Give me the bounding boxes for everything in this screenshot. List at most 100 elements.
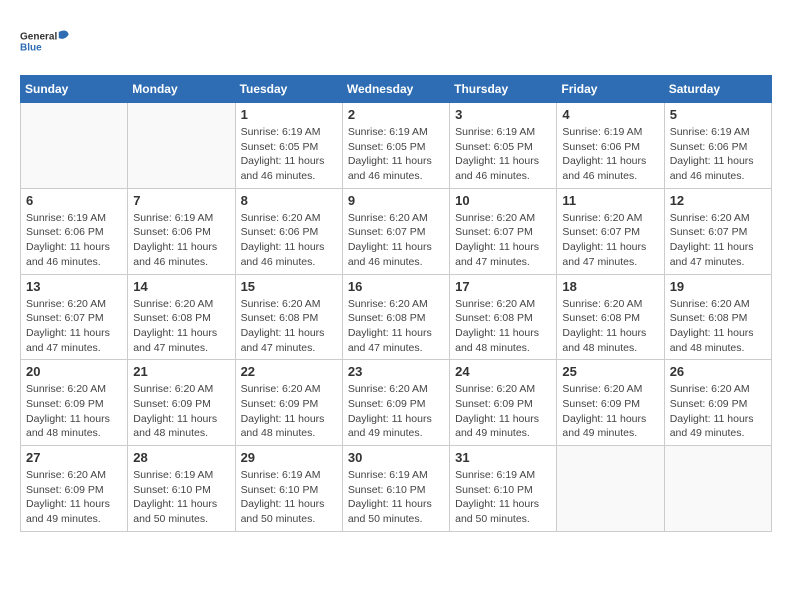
day-info: Sunrise: 6:20 AMSunset: 6:09 PMDaylight:… xyxy=(26,468,122,527)
day-number: 31 xyxy=(455,450,551,465)
calendar-cell: 28 Sunrise: 6:19 AMSunset: 6:10 PMDayligh… xyxy=(128,446,235,532)
day-number: 1 xyxy=(241,107,337,122)
calendar-cell: 12Sunrise: 6:20 AMSunset: 6:07 PMDayligh… xyxy=(664,188,771,274)
day-number: 19 xyxy=(670,279,766,294)
calendar-cell: 30Sunrise: 6:19 AMSunset: 6:10 PMDayligh… xyxy=(342,446,449,532)
calendar-cell: 20 Sunrise: 6:20 AMSunset: 6:09 PMDayligh… xyxy=(21,360,128,446)
day-info: Sunrise: 6:20 AMSunset: 6:09 PMDaylight:… xyxy=(562,382,658,441)
day-info: Sunrise: 6:20 AMSunset: 6:08 PMDaylight:… xyxy=(133,297,229,356)
calendar-cell xyxy=(664,446,771,532)
logo-svg: General Blue xyxy=(20,20,70,65)
day-info: Sunrise: 6:19 AMSunset: 6:06 PMDaylight:… xyxy=(670,125,766,184)
day-info: Sunrise: 6:19 AMSunset: 6:10 PMDaylight:… xyxy=(133,468,229,527)
day-number: 8 xyxy=(241,193,337,208)
calendar-cell: 24 Sunrise: 6:20 AMSunset: 6:09 PMDayligh… xyxy=(450,360,557,446)
day-info: Sunrise: 6:19 AMSunset: 6:10 PMDaylight:… xyxy=(348,468,444,527)
calendar-week-row: 20 Sunrise: 6:20 AMSunset: 6:09 PMDayligh… xyxy=(21,360,772,446)
weekday-header: Thursday xyxy=(450,76,557,103)
calendar-cell: 19Sunrise: 6:20 AMSunset: 6:08 PMDayligh… xyxy=(664,274,771,360)
day-number: 7 xyxy=(133,193,229,208)
day-info: Sunrise: 6:20 AMSunset: 6:07 PMDaylight:… xyxy=(348,211,444,270)
calendar-week-row: 27Sunrise: 6:20 AMSunset: 6:09 PMDayligh… xyxy=(21,446,772,532)
calendar-cell: 10Sunrise: 6:20 AMSunset: 6:07 PMDayligh… xyxy=(450,188,557,274)
day-number: 21 xyxy=(133,364,229,379)
day-info: Sunrise: 6:20 AMSunset: 6:07 PMDaylight:… xyxy=(26,297,122,356)
calendar-cell: 21 Sunrise: 6:20 AMSunset: 6:09 PMDayligh… xyxy=(128,360,235,446)
day-number: 3 xyxy=(455,107,551,122)
day-number: 20 xyxy=(26,364,122,379)
day-info: Sunrise: 6:20 AMSunset: 6:06 PMDaylight:… xyxy=(241,211,337,270)
day-number: 17 xyxy=(455,279,551,294)
calendar-week-row: 13 Sunrise: 6:20 AMSunset: 6:07 PMDayligh… xyxy=(21,274,772,360)
calendar-cell: 23 Sunrise: 6:20 AMSunset: 6:09 PMDayligh… xyxy=(342,360,449,446)
day-number: 25 xyxy=(562,364,658,379)
day-info: Sunrise: 6:20 AMSunset: 6:08 PMDaylight:… xyxy=(455,297,551,356)
day-number: 29 xyxy=(241,450,337,465)
calendar-week-row: 1 Sunrise: 6:19 AMSunset: 6:05 PMDaylight… xyxy=(21,103,772,189)
calendar-cell: 13 Sunrise: 6:20 AMSunset: 6:07 PMDayligh… xyxy=(21,274,128,360)
day-number: 10 xyxy=(455,193,551,208)
day-number: 6 xyxy=(26,193,122,208)
calendar-cell: 1 Sunrise: 6:19 AMSunset: 6:05 PMDaylight… xyxy=(235,103,342,189)
day-info: Sunrise: 6:19 AMSunset: 6:05 PMDaylight:… xyxy=(241,125,337,184)
weekday-header: Friday xyxy=(557,76,664,103)
calendar-cell: 18 Sunrise: 6:20 AMSunset: 6:08 PMDayligh… xyxy=(557,274,664,360)
svg-text:Blue: Blue xyxy=(20,43,42,54)
calendar-cell: 27Sunrise: 6:20 AMSunset: 6:09 PMDayligh… xyxy=(21,446,128,532)
calendar-cell: 26 Sunrise: 6:20 AMSunset: 6:09 PMDayligh… xyxy=(664,360,771,446)
header: General Blue xyxy=(20,20,772,65)
calendar-cell xyxy=(557,446,664,532)
day-number: 22 xyxy=(241,364,337,379)
day-number: 9 xyxy=(348,193,444,208)
day-info: Sunrise: 6:20 AMSunset: 6:09 PMDaylight:… xyxy=(348,382,444,441)
calendar-cell: 9 Sunrise: 6:20 AMSunset: 6:07 PMDaylight… xyxy=(342,188,449,274)
day-number: 18 xyxy=(562,279,658,294)
calendar-cell: 16 Sunrise: 6:20 AMSunset: 6:08 PMDayligh… xyxy=(342,274,449,360)
day-info: Sunrise: 6:20 AMSunset: 6:09 PMDaylight:… xyxy=(670,382,766,441)
day-number: 24 xyxy=(455,364,551,379)
logo: General Blue xyxy=(20,20,70,65)
day-info: Sunrise: 6:19 AMSunset: 6:05 PMDaylight:… xyxy=(348,125,444,184)
weekday-header: Wednesday xyxy=(342,76,449,103)
calendar-cell xyxy=(21,103,128,189)
calendar-cell: 6Sunrise: 6:19 AMSunset: 6:06 PMDaylight… xyxy=(21,188,128,274)
day-number: 16 xyxy=(348,279,444,294)
calendar-cell: 15 Sunrise: 6:20 AMSunset: 6:08 PMDayligh… xyxy=(235,274,342,360)
calendar-cell: 3 Sunrise: 6:19 AMSunset: 6:05 PMDaylight… xyxy=(450,103,557,189)
calendar-cell: 31 Sunrise: 6:19 AMSunset: 6:10 PMDayligh… xyxy=(450,446,557,532)
day-info: Sunrise: 6:20 AMSunset: 6:08 PMDaylight:… xyxy=(241,297,337,356)
day-number: 15 xyxy=(241,279,337,294)
day-number: 4 xyxy=(562,107,658,122)
day-info: Sunrise: 6:20 AMSunset: 6:09 PMDaylight:… xyxy=(26,382,122,441)
calendar-cell: 14Sunrise: 6:20 AMSunset: 6:08 PMDayligh… xyxy=(128,274,235,360)
day-number: 5 xyxy=(670,107,766,122)
svg-text:General: General xyxy=(20,31,57,42)
day-number: 28 xyxy=(133,450,229,465)
day-info: Sunrise: 6:19 AMSunset: 6:10 PMDaylight:… xyxy=(241,468,337,527)
day-number: 2 xyxy=(348,107,444,122)
calendar-table: SundayMondayTuesdayWednesdayThursdayFrid… xyxy=(20,75,772,532)
day-info: Sunrise: 6:20 AMSunset: 6:09 PMDaylight:… xyxy=(241,382,337,441)
day-info: Sunrise: 6:20 AMSunset: 6:09 PMDaylight:… xyxy=(133,382,229,441)
weekday-header-row: SundayMondayTuesdayWednesdayThursdayFrid… xyxy=(21,76,772,103)
weekday-header: Tuesday xyxy=(235,76,342,103)
day-info: Sunrise: 6:20 AMSunset: 6:08 PMDaylight:… xyxy=(348,297,444,356)
day-info: Sunrise: 6:19 AMSunset: 6:10 PMDaylight:… xyxy=(455,468,551,527)
calendar-cell: 25 Sunrise: 6:20 AMSunset: 6:09 PMDayligh… xyxy=(557,360,664,446)
day-number: 23 xyxy=(348,364,444,379)
day-info: Sunrise: 6:19 AMSunset: 6:05 PMDaylight:… xyxy=(455,125,551,184)
day-number: 26 xyxy=(670,364,766,379)
calendar-cell: 5 Sunrise: 6:19 AMSunset: 6:06 PMDaylight… xyxy=(664,103,771,189)
day-info: Sunrise: 6:20 AMSunset: 6:07 PMDaylight:… xyxy=(562,211,658,270)
weekday-header: Saturday xyxy=(664,76,771,103)
day-info: Sunrise: 6:20 AMSunset: 6:09 PMDaylight:… xyxy=(455,382,551,441)
calendar-cell: 2 Sunrise: 6:19 AMSunset: 6:05 PMDaylight… xyxy=(342,103,449,189)
calendar-cell: 11Sunrise: 6:20 AMSunset: 6:07 PMDayligh… xyxy=(557,188,664,274)
day-number: 13 xyxy=(26,279,122,294)
day-info: Sunrise: 6:20 AMSunset: 6:08 PMDaylight:… xyxy=(562,297,658,356)
calendar-cell: 17 Sunrise: 6:20 AMSunset: 6:08 PMDayligh… xyxy=(450,274,557,360)
calendar-cell: 22 Sunrise: 6:20 AMSunset: 6:09 PMDayligh… xyxy=(235,360,342,446)
calendar-cell: 8 Sunrise: 6:20 AMSunset: 6:06 PMDaylight… xyxy=(235,188,342,274)
calendar-cell: 4Sunrise: 6:19 AMSunset: 6:06 PMDaylight… xyxy=(557,103,664,189)
calendar-week-row: 6Sunrise: 6:19 AMSunset: 6:06 PMDaylight… xyxy=(21,188,772,274)
